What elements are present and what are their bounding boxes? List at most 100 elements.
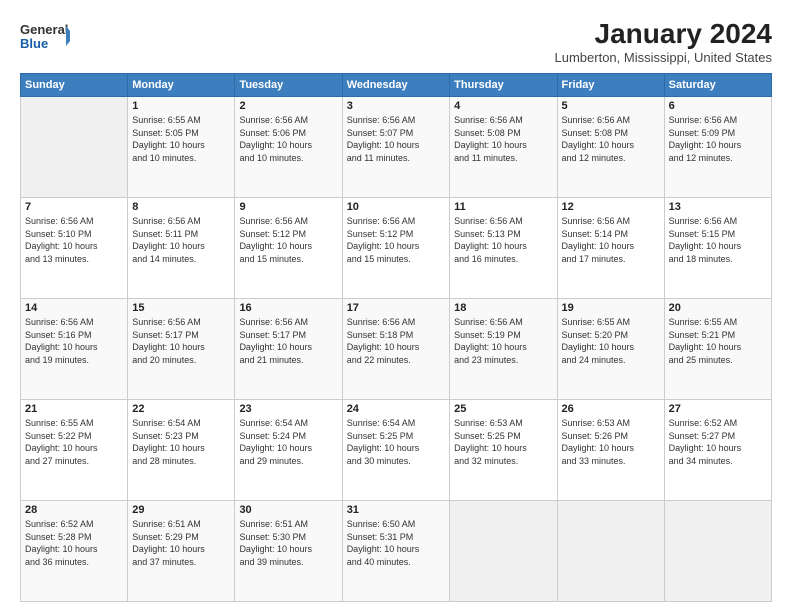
day-number: 26	[562, 403, 660, 415]
calendar-day-8: 8 Sunrise: 6:56 AM Sunset: 5:11 PM Daylig…	[128, 198, 235, 299]
title-section: January 2024 Lumberton, Mississippi, Uni…	[555, 18, 772, 65]
day-info: Sunrise: 6:52 AM Sunset: 5:27 PM Dayligh…	[669, 417, 767, 467]
day-info: Sunrise: 6:54 AM Sunset: 5:23 PM Dayligh…	[132, 417, 230, 467]
day-number: 7	[25, 201, 123, 213]
day-number: 3	[347, 100, 445, 112]
day-number: 25	[454, 403, 552, 415]
day-info: Sunrise: 6:56 AM Sunset: 5:07 PM Dayligh…	[347, 114, 445, 164]
day-number: 16	[239, 302, 337, 314]
calendar-week-row: 21Sunrise: 6:55 AM Sunset: 5:22 PM Dayli…	[21, 400, 772, 501]
calendar-day-26: 26 Sunrise: 6:53 AM Sunset: 5:26 PM Dayli…	[557, 400, 664, 501]
day-info: Sunrise: 6:56 AM Sunset: 5:09 PM Dayligh…	[669, 114, 767, 164]
day-info: Sunrise: 6:56 AM Sunset: 5:17 PM Dayligh…	[132, 316, 230, 366]
day-info: Sunrise: 6:56 AM Sunset: 5:08 PM Dayligh…	[454, 114, 552, 164]
day-info: Sunrise: 6:55 AM Sunset: 5:20 PM Dayligh…	[562, 316, 660, 366]
calendar-day-24: 24Sunrise: 6:54 AM Sunset: 5:25 PM Dayli…	[342, 400, 449, 501]
calendar-day-28: 28 Sunrise: 6:52 AM Sunset: 5:28 PM Dayli…	[21, 501, 128, 602]
day-number: 19	[562, 302, 660, 314]
calendar-header-row: SundayMondayTuesdayWednesdayThursdayFrid…	[21, 74, 772, 97]
day-info: Sunrise: 6:56 AM Sunset: 5:14 PM Dayligh…	[562, 215, 660, 265]
calendar-day-21: 21Sunrise: 6:55 AM Sunset: 5:22 PM Dayli…	[21, 400, 128, 501]
calendar-day-7: 7 Sunrise: 6:56 AM Sunset: 5:10 PM Daylig…	[21, 198, 128, 299]
day-number: 27	[669, 403, 767, 415]
calendar-week-row: 28 Sunrise: 6:52 AM Sunset: 5:28 PM Dayli…	[21, 501, 772, 602]
calendar-day-30: 30 Sunrise: 6:51 AM Sunset: 5:30 PM Dayli…	[235, 501, 342, 602]
day-info: Sunrise: 6:53 AM Sunset: 5:26 PM Dayligh…	[562, 417, 660, 467]
day-number: 5	[562, 100, 660, 112]
calendar-day-27: 27 Sunrise: 6:52 AM Sunset: 5:27 PM Dayli…	[664, 400, 771, 501]
calendar-day-17: 17 Sunrise: 6:56 AM Sunset: 5:18 PM Dayli…	[342, 299, 449, 400]
calendar-day-19: 19 Sunrise: 6:55 AM Sunset: 5:20 PM Dayli…	[557, 299, 664, 400]
day-info: Sunrise: 6:52 AM Sunset: 5:28 PM Dayligh…	[25, 518, 123, 568]
day-number: 15	[132, 302, 230, 314]
calendar-day-14: 14Sunrise: 6:56 AM Sunset: 5:16 PM Dayli…	[21, 299, 128, 400]
day-number: 30	[239, 504, 337, 516]
subtitle: Lumberton, Mississippi, United States	[555, 50, 772, 65]
day-number: 1	[132, 100, 230, 112]
calendar-day-16: 16Sunrise: 6:56 AM Sunset: 5:17 PM Dayli…	[235, 299, 342, 400]
calendar-day-13: 13 Sunrise: 6:56 AM Sunset: 5:15 PM Dayli…	[664, 198, 771, 299]
day-info: Sunrise: 6:54 AM Sunset: 5:24 PM Dayligh…	[239, 417, 337, 467]
day-number: 13	[669, 201, 767, 213]
day-number: 22	[132, 403, 230, 415]
day-info: Sunrise: 6:56 AM Sunset: 5:08 PM Dayligh…	[562, 114, 660, 164]
day-number: 18	[454, 302, 552, 314]
day-number: 10	[347, 201, 445, 213]
day-number: 20	[669, 302, 767, 314]
day-number: 28	[25, 504, 123, 516]
day-info: Sunrise: 6:51 AM Sunset: 5:30 PM Dayligh…	[239, 518, 337, 568]
calendar-day-22: 22 Sunrise: 6:54 AM Sunset: 5:23 PM Dayli…	[128, 400, 235, 501]
day-info: Sunrise: 6:53 AM Sunset: 5:25 PM Dayligh…	[454, 417, 552, 467]
header: General Blue January 2024 Lumberton, Mis…	[20, 18, 772, 65]
calendar-day-2: 2Sunrise: 6:56 AM Sunset: 5:06 PM Daylig…	[235, 97, 342, 198]
day-number: 8	[132, 201, 230, 213]
day-number: 14	[25, 302, 123, 314]
weekday-header-monday: Monday	[128, 74, 235, 97]
day-number: 23	[239, 403, 337, 415]
day-info: Sunrise: 6:51 AM Sunset: 5:29 PM Dayligh…	[132, 518, 230, 568]
calendar-week-row: 7 Sunrise: 6:56 AM Sunset: 5:10 PM Daylig…	[21, 198, 772, 299]
weekday-header-friday: Friday	[557, 74, 664, 97]
calendar-table: SundayMondayTuesdayWednesdayThursdayFrid…	[20, 73, 772, 602]
day-number: 11	[454, 201, 552, 213]
calendar-week-row: 1Sunrise: 6:55 AM Sunset: 5:05 PM Daylig…	[21, 97, 772, 198]
weekday-header-thursday: Thursday	[450, 74, 557, 97]
day-info: Sunrise: 6:56 AM Sunset: 5:11 PM Dayligh…	[132, 215, 230, 265]
day-number: 12	[562, 201, 660, 213]
empty-cell	[557, 501, 664, 602]
empty-cell	[664, 501, 771, 602]
logo: General Blue	[20, 18, 70, 54]
page: General Blue January 2024 Lumberton, Mis…	[0, 0, 792, 612]
day-number: 2	[239, 100, 337, 112]
day-info: Sunrise: 6:56 AM Sunset: 5:12 PM Dayligh…	[239, 215, 337, 265]
day-info: Sunrise: 6:50 AM Sunset: 5:31 PM Dayligh…	[347, 518, 445, 568]
empty-cell	[21, 97, 128, 198]
day-info: Sunrise: 6:56 AM Sunset: 5:12 PM Dayligh…	[347, 215, 445, 265]
calendar-day-11: 11Sunrise: 6:56 AM Sunset: 5:13 PM Dayli…	[450, 198, 557, 299]
calendar-day-1: 1Sunrise: 6:55 AM Sunset: 5:05 PM Daylig…	[128, 97, 235, 198]
day-info: Sunrise: 6:56 AM Sunset: 5:19 PM Dayligh…	[454, 316, 552, 366]
weekday-header-saturday: Saturday	[664, 74, 771, 97]
svg-text:General: General	[20, 22, 68, 37]
calendar-day-29: 29 Sunrise: 6:51 AM Sunset: 5:29 PM Dayli…	[128, 501, 235, 602]
day-info: Sunrise: 6:56 AM Sunset: 5:15 PM Dayligh…	[669, 215, 767, 265]
day-info: Sunrise: 6:56 AM Sunset: 5:18 PM Dayligh…	[347, 316, 445, 366]
day-number: 9	[239, 201, 337, 213]
calendar-day-6: 6 Sunrise: 6:56 AM Sunset: 5:09 PM Daylig…	[664, 97, 771, 198]
day-number: 6	[669, 100, 767, 112]
weekday-header-wednesday: Wednesday	[342, 74, 449, 97]
calendar-day-3: 3 Sunrise: 6:56 AM Sunset: 5:07 PM Daylig…	[342, 97, 449, 198]
calendar-day-23: 23 Sunrise: 6:54 AM Sunset: 5:24 PM Dayli…	[235, 400, 342, 501]
day-number: 31	[347, 504, 445, 516]
calendar-day-20: 20 Sunrise: 6:55 AM Sunset: 5:21 PM Dayli…	[664, 299, 771, 400]
calendar-day-9: 9 Sunrise: 6:56 AM Sunset: 5:12 PM Daylig…	[235, 198, 342, 299]
day-info: Sunrise: 6:54 AM Sunset: 5:25 PM Dayligh…	[347, 417, 445, 467]
svg-text:Blue: Blue	[20, 36, 48, 51]
day-number: 4	[454, 100, 552, 112]
day-info: Sunrise: 6:55 AM Sunset: 5:21 PM Dayligh…	[669, 316, 767, 366]
calendar-day-15: 15 Sunrise: 6:56 AM Sunset: 5:17 PM Dayli…	[128, 299, 235, 400]
day-info: Sunrise: 6:56 AM Sunset: 5:10 PM Dayligh…	[25, 215, 123, 265]
day-number: 29	[132, 504, 230, 516]
day-number: 17	[347, 302, 445, 314]
calendar-day-4: 4 Sunrise: 6:56 AM Sunset: 5:08 PM Daylig…	[450, 97, 557, 198]
